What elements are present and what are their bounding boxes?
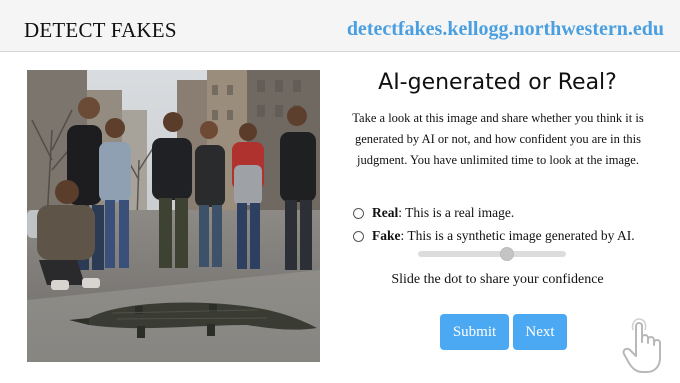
header-bar: DETECT FAKES detectfakes.kellogg.northwe… xyxy=(0,0,680,52)
option-real-text: : This is a real image. xyxy=(398,205,515,220)
submit-button[interactable]: Submit xyxy=(440,314,509,350)
slider-thumb[interactable] xyxy=(499,247,514,261)
option-fake-key: Fake xyxy=(372,228,401,243)
instructions-text: Take a look at this image and share whet… xyxy=(352,111,644,167)
question-title: AI-generated or Real? xyxy=(378,70,617,95)
slider-track[interactable] xyxy=(418,251,566,257)
confidence-slider[interactable] xyxy=(418,247,566,261)
site-url-link[interactable]: detectfakes.kellogg.northwestern.edu xyxy=(347,18,664,41)
radio-real[interactable] xyxy=(353,207,364,219)
hand-pointer-icon xyxy=(620,318,668,376)
stimulus-image xyxy=(27,70,320,362)
slider-hint: Slide the dot to share your confidence xyxy=(391,272,604,287)
option-fake-text: : This is a synthetic image generated by… xyxy=(400,228,635,243)
radio-fake[interactable] xyxy=(353,230,364,242)
option-fake[interactable]: Fake : This is a synthetic image generat… xyxy=(353,228,635,244)
brand-title: DETECT FAKES xyxy=(24,18,177,42)
option-real-key: Real xyxy=(372,205,399,220)
option-real[interactable]: Real : This is a real image. xyxy=(353,205,514,221)
next-button[interactable]: Next xyxy=(513,314,567,350)
